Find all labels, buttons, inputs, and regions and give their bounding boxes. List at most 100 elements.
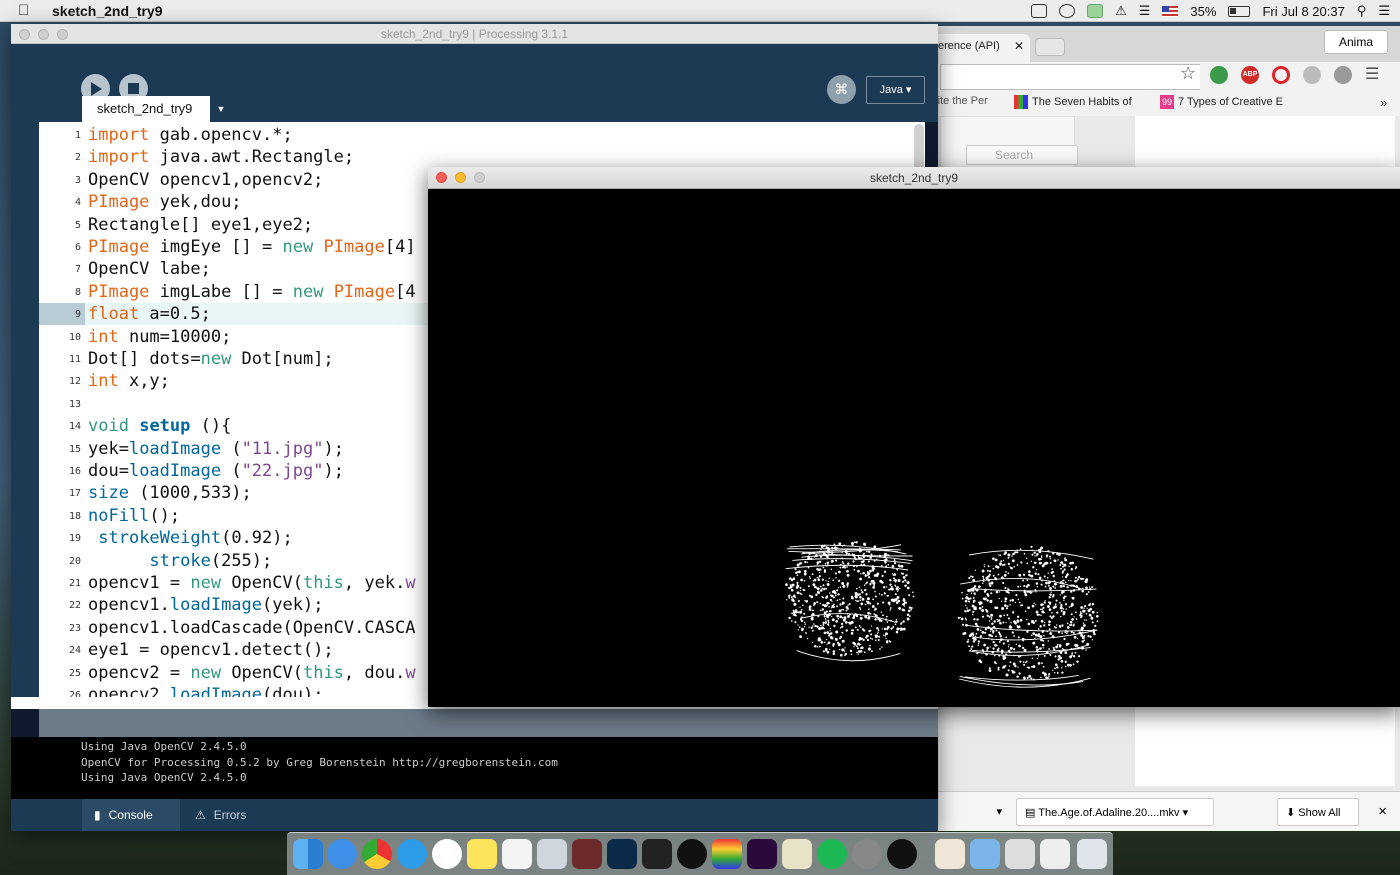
code-line[interactable]: Dot[] dots=new Dot[num]; <box>88 348 334 370</box>
show-all-button[interactable]: ⬇ Show All <box>1277 798 1359 826</box>
spotlight-icon[interactable]: ⚲ <box>1357 3 1367 19</box>
code-line[interactable]: yek=loadImage ("11.jpg"); <box>88 438 344 460</box>
address-bar[interactable] <box>940 64 1200 90</box>
notification-center-icon[interactable]: ☰ <box>1378 3 1390 19</box>
skype-icon[interactable] <box>397 839 427 869</box>
code-line[interactable]: PImage imgEye [] = new PImage[4] <box>88 236 416 258</box>
more-bookmarks-button[interactable]: » <box>1380 95 1387 110</box>
applications-folder-icon[interactable] <box>970 839 1000 869</box>
processing-icon[interactable] <box>677 839 707 869</box>
code-line[interactable]: opencv1.loadCascade(OpenCV.CASCA <box>88 617 416 639</box>
code-line[interactable]: float a=0.5; <box>88 303 211 325</box>
documents-stack-icon[interactable] <box>1040 839 1070 869</box>
warning-icon[interactable]: ⚠ <box>1115 3 1127 19</box>
extension-globe-icon[interactable] <box>1210 66 1228 84</box>
tab-sketch[interactable]: sketch_2nd_try9 <box>82 96 210 122</box>
particle <box>1052 585 1055 588</box>
us-flag-icon[interactable] <box>1162 5 1179 17</box>
finder-icon[interactable] <box>293 839 323 869</box>
particle <box>1082 622 1085 624</box>
new-tab-button[interactable] <box>1035 38 1065 56</box>
battery-icon[interactable] <box>1228 5 1251 17</box>
adblock-icon[interactable]: ABP <box>1241 66 1259 84</box>
wifi-icon[interactable]: ☰ <box>1139 3 1151 19</box>
tab-menu-icon[interactable]: ▼ <box>211 96 231 122</box>
code-line[interactable]: opencv1 = new OpenCV(this, yek.w <box>88 572 416 594</box>
chrome-icon[interactable] <box>362 839 392 869</box>
sketch-canvas[interactable] <box>428 189 1400 707</box>
code-line[interactable]: import java.awt.Rectangle; <box>88 146 354 168</box>
profile-button[interactable]: Anima <box>1324 30 1388 54</box>
particle <box>836 605 838 608</box>
drive-icon[interactable] <box>1303 66 1321 84</box>
reminders-icon[interactable] <box>502 839 532 869</box>
browser-tab[interactable]: erence (API) ✕ <box>930 34 1030 62</box>
downloads-stack-icon[interactable] <box>1005 839 1035 869</box>
spotify-icon[interactable] <box>817 839 847 869</box>
clock[interactable]: Fri Jul 8 20:37 <box>1262 4 1344 19</box>
mode-selector[interactable]: Java ▾ <box>866 76 925 104</box>
chevron-down-icon[interactable]: ▾ <box>1183 807 1189 819</box>
code-line[interactable]: opencv2 = new OpenCV(this, dou.w <box>88 662 416 684</box>
code-line[interactable]: import gab.opencv.*; <box>88 124 293 146</box>
download-dropdown-icon[interactable]: ▾ <box>930 798 1010 826</box>
code-line[interactable]: size (1000,533); <box>88 482 252 504</box>
code-line[interactable]: int x,y; <box>88 370 170 392</box>
stickies-icon[interactable] <box>467 839 497 869</box>
safari-icon[interactable] <box>327 839 357 869</box>
system-preferences-icon[interactable] <box>852 839 882 869</box>
textedit-icon[interactable] <box>782 839 812 869</box>
photo-booth-icon[interactable] <box>572 839 602 869</box>
code-line[interactable]: strokeWeight(0.92); <box>88 527 292 549</box>
minimize-window-icon[interactable] <box>38 29 49 40</box>
particle <box>888 588 891 591</box>
bookmark-item[interactable]: The Seven Habits of <box>1014 95 1132 109</box>
close-window-icon[interactable] <box>19 29 30 40</box>
zoom-window-icon[interactable] <box>474 172 485 183</box>
close-downloads-icon[interactable]: ✕ <box>1370 798 1390 826</box>
premiere-icon[interactable] <box>747 839 777 869</box>
apple-menu-icon[interactable]:  <box>18 2 42 19</box>
app-name-menu[interactable]: sketch_2nd_try9 <box>52 3 163 19</box>
extension-icon[interactable] <box>1334 66 1352 84</box>
tab-console[interactable]: ▮ Console <box>82 799 180 831</box>
trash-icon[interactable] <box>1077 839 1107 869</box>
chrome-menu-icon[interactable]: ☰ <box>1365 64 1383 83</box>
particle <box>867 611 870 615</box>
code-line[interactable]: PImage imgLabe [] = new PImage[4 <box>88 281 416 303</box>
code-line[interactable]: dou=loadImage ("22.jpg"); <box>88 460 344 482</box>
code-line[interactable]: void setup (){ <box>88 415 231 437</box>
final-cut-icon[interactable] <box>712 839 742 869</box>
pocket-icon[interactable] <box>1031 4 1048 18</box>
opera-icon[interactable] <box>1272 66 1290 84</box>
code-line[interactable]: noFill(); <box>88 505 180 527</box>
tab-errors[interactable]: ⚠ Errors <box>183 799 273 831</box>
preview-icon[interactable] <box>537 839 567 869</box>
code-line[interactable]: opencv1.loadImage(yek); <box>88 594 323 616</box>
pocket-app-icon[interactable] <box>642 839 672 869</box>
zoom-window-icon[interactable] <box>57 29 68 40</box>
bookmark-star-icon[interactable]: ☆ <box>1180 63 1198 83</box>
close-window-icon[interactable] <box>436 172 447 183</box>
itunes-icon[interactable] <box>432 839 462 869</box>
code-line[interactable]: OpenCV opencv1,opencv2; <box>88 169 323 191</box>
bookmark-item[interactable]: 99 7 Types of Creative E <box>1160 95 1283 109</box>
minimize-window-icon[interactable] <box>455 172 466 183</box>
code-line[interactable]: stroke(255); <box>88 550 272 572</box>
debug-button[interactable]: ⌘ <box>827 75 856 104</box>
photoshop-icon[interactable] <box>607 839 637 869</box>
code-line[interactable]: int num=10000; <box>88 326 231 348</box>
code-line[interactable]: eye1 = opencv1.detect(); <box>88 639 334 661</box>
status-grid-icon[interactable] <box>1087 4 1104 18</box>
document-icon[interactable] <box>935 839 965 869</box>
code-line[interactable]: PImage yek,dou; <box>88 191 242 213</box>
download-item[interactable]: ▤ The.Age.of.Adaline.20....mkv ▾ <box>1016 798 1214 826</box>
code-line[interactable]: Rectangle[] eye1,eye2; <box>88 214 313 236</box>
close-tab-icon[interactable]: ✕ <box>1014 39 1024 53</box>
quicktime-icon[interactable] <box>887 839 917 869</box>
search-input[interactable]: Search <box>966 145 1078 165</box>
bookmark-item[interactable]: rite the Per <box>934 95 988 107</box>
particle <box>993 661 997 664</box>
code-line[interactable]: OpenCV labe; <box>88 258 211 280</box>
satellite-icon[interactable] <box>1059 4 1076 18</box>
